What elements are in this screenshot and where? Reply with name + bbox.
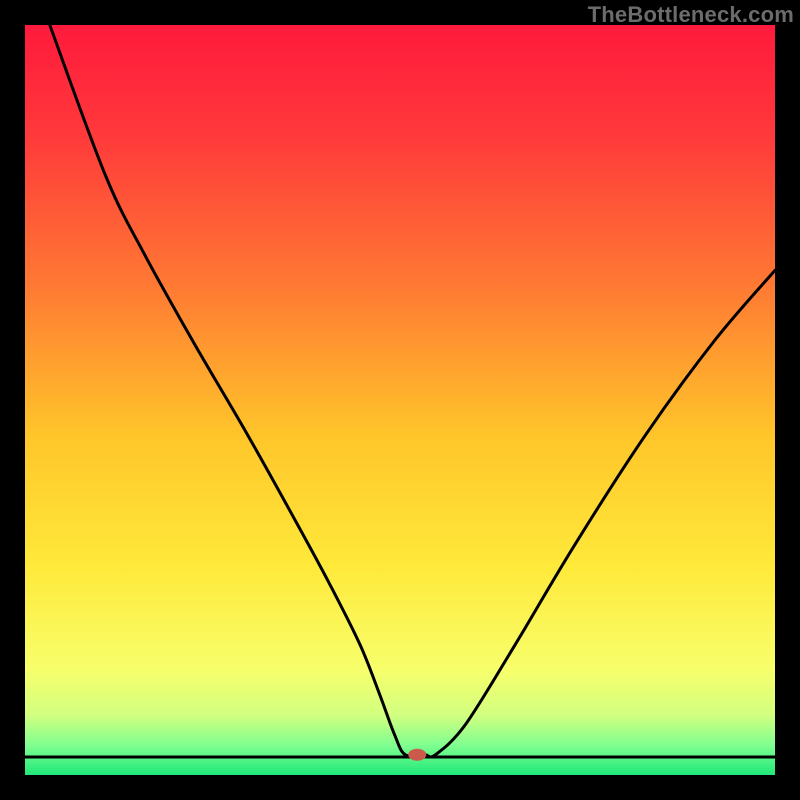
bottleneck-curve: [50, 25, 775, 757]
chart-frame: TheBottleneck.com: [0, 0, 800, 800]
curve-svg: [25, 25, 775, 775]
min-marker: [408, 749, 426, 761]
plot-area: [25, 25, 775, 775]
